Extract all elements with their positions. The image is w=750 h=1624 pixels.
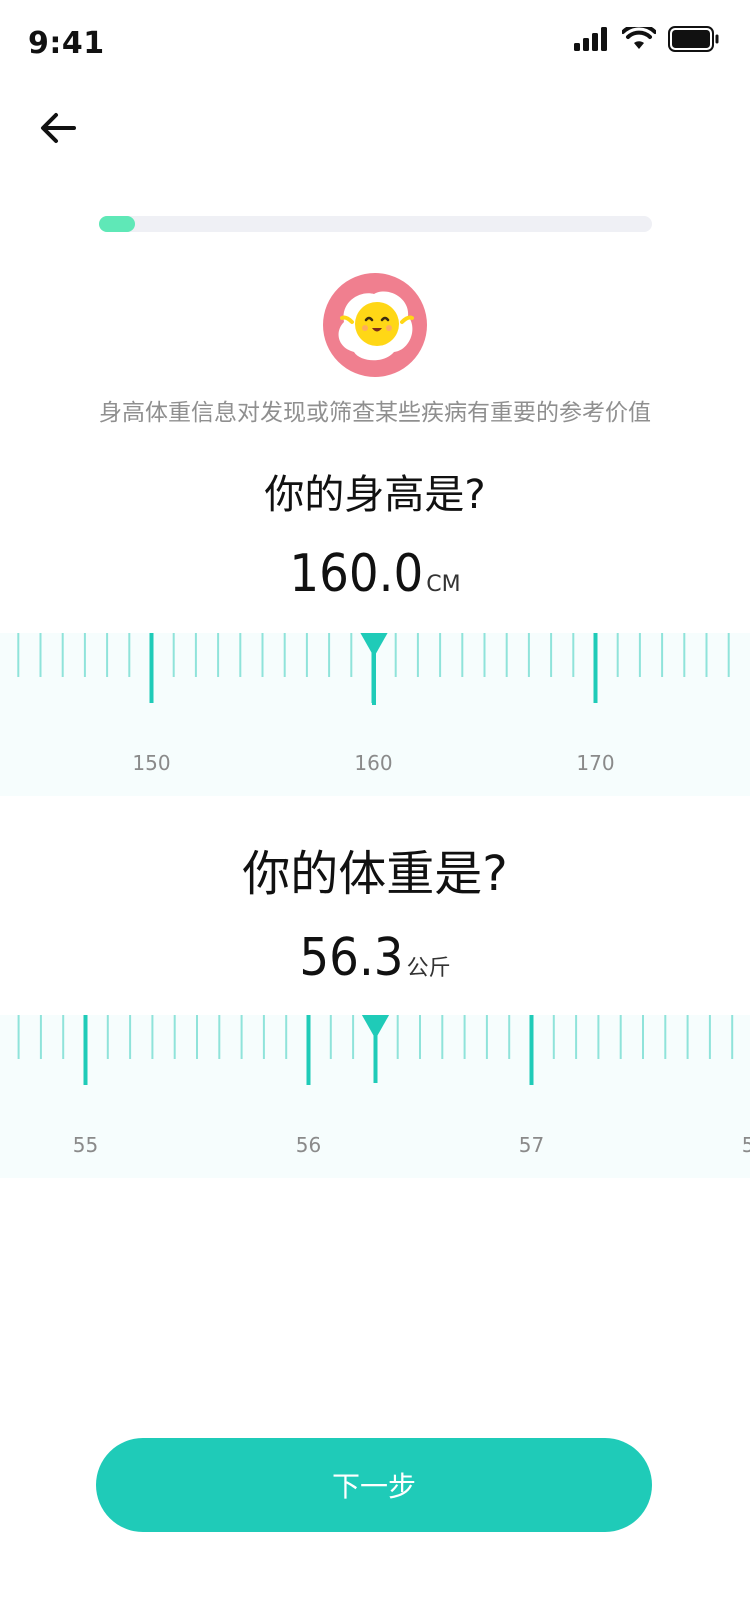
weight-indicator-pointer: [361, 1015, 390, 1039]
status-time: 9:41: [28, 26, 105, 61]
height-ruler[interactable]: 150 160 170: [0, 633, 750, 796]
height-tick-label: 170: [576, 751, 614, 775]
height-value: 160.0: [289, 544, 424, 604]
height-ruler-scale[interactable]: 150 160 170: [0, 633, 750, 796]
height-indicator-pointer: [360, 633, 388, 657]
weight-question: 你的体重是?: [242, 846, 508, 902]
weight-value-display: 56.3 公斤: [0, 928, 750, 988]
back-button[interactable]: [28, 98, 88, 158]
arrow-left-icon: [41, 113, 76, 143]
weight-unit: 公斤: [406, 956, 451, 981]
wifi-icon: [622, 27, 656, 49]
weight-tick-label: 57: [519, 1133, 544, 1157]
height-question: 你的身高是?: [264, 472, 486, 518]
height-tick-label: 150: [132, 751, 170, 775]
progress-bar: [99, 216, 652, 232]
fried-egg-mascot-icon: [322, 272, 428, 378]
status-icons: [574, 26, 720, 52]
signal-icon: [574, 27, 607, 51]
battery-icon: [668, 26, 719, 52]
info-hint: 身高体重信息对发现或筛查某些疾病有重要的参考价值: [99, 400, 651, 426]
weight-tick-label: 58: [742, 1133, 750, 1157]
status-bar: 9:41: [0, 0, 750, 90]
height-tick-label: 160: [354, 751, 392, 775]
weight-tick-label: 55: [73, 1133, 98, 1157]
weight-ruler-scale[interactable]: 55 56 57 58: [0, 1015, 750, 1178]
weight-tick-label: 56: [296, 1133, 321, 1157]
weight-value: 56.3: [299, 928, 404, 988]
height-unit: CM: [426, 572, 461, 597]
next-step-button[interactable]: 下一步: [96, 1438, 652, 1532]
progress-fill: [99, 216, 135, 232]
height-value-display: 160.0 CM: [0, 544, 750, 604]
weight-ruler[interactable]: 55 56 57 58: [0, 1015, 750, 1178]
